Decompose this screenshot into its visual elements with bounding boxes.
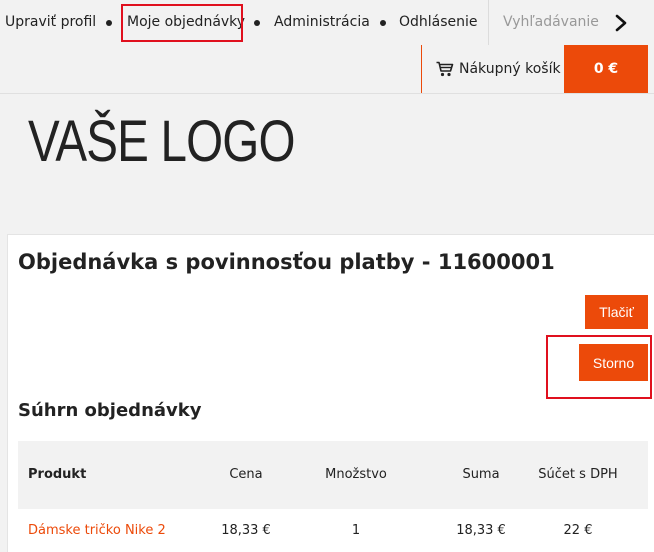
chevron-right-icon[interactable] (613, 14, 629, 32)
summary-title: Súhrn objednávky (18, 400, 202, 421)
column-header-sum: Suma (462, 467, 500, 482)
cart-link[interactable]: Nákupný košík (436, 45, 561, 93)
nav-logout-link[interactable]: Odhlásenie (399, 0, 478, 45)
highlight-box-my-orders (121, 4, 243, 42)
product-link[interactable]: Dámske tričko Nike 2 (28, 513, 166, 549)
column-header-price: Cena (229, 467, 263, 482)
highlight-box-cancel (546, 335, 652, 399)
row-price: 18,33 € (221, 523, 271, 538)
cart-total-button[interactable]: 0 € (564, 45, 648, 93)
cart-label: Nákupný košík (459, 61, 561, 77)
header-divider (0, 93, 654, 94)
column-header-total-vat: Súčet s DPH (538, 467, 618, 482)
search-link[interactable]: Vyhľadávanie (503, 0, 599, 45)
cart-bar: Nákupný košík 0 € (0, 45, 654, 93)
top-navigation: Upraviť profil Moje objednávky Administr… (0, 0, 654, 45)
row-sum: 18,33 € (456, 523, 506, 538)
nav-separator-dot (254, 20, 260, 26)
nav-separator-dot (106, 20, 112, 26)
row-total-vat: 22 € (563, 523, 593, 538)
shopping-cart-icon (436, 61, 454, 77)
print-button[interactable]: Tlačiť (585, 295, 648, 329)
nav-administration-link[interactable]: Administrácia (274, 0, 370, 45)
order-title: Objednávka s povinnosťou platby - 116000… (18, 250, 555, 274)
row-quantity: 1 (351, 523, 361, 538)
nav-separator-dot (380, 20, 386, 26)
column-header-product: Produkt (28, 467, 87, 482)
nav-divider (488, 0, 489, 45)
cart-divider (421, 45, 422, 93)
column-header-quantity: Množstvo (325, 467, 387, 482)
nav-edit-profile-link[interactable]: Upraviť profil (5, 0, 96, 45)
site-logo[interactable]: VAŠE LOGO (28, 108, 295, 175)
